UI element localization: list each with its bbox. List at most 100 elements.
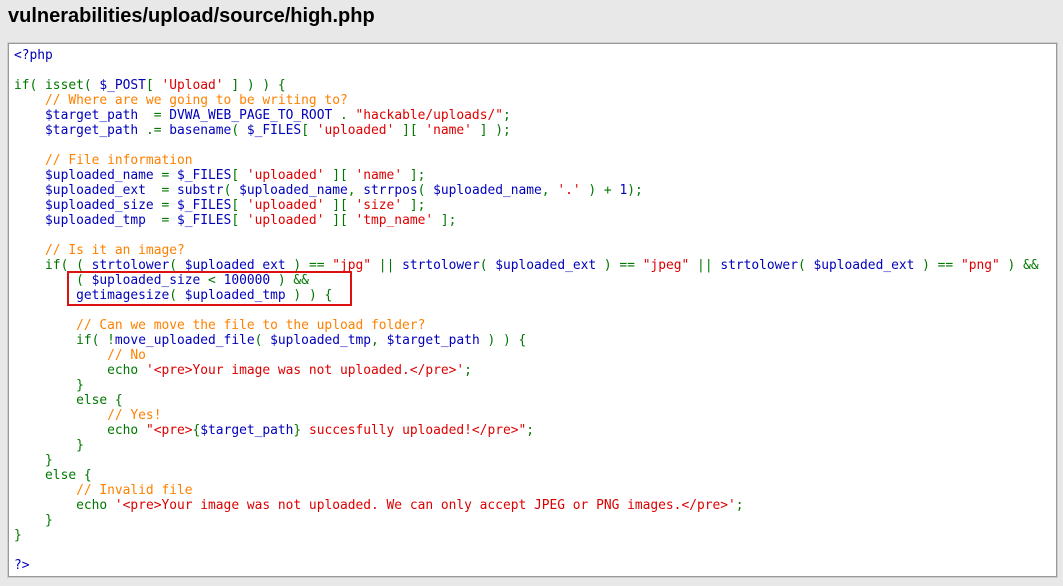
highlight-box <box>67 271 352 306</box>
code-token: ) + <box>580 183 620 198</box>
code-token: $_FILES <box>246 123 302 138</box>
code-token: ] ) ) { <box>223 78 286 93</box>
code-line: $uploaded_name = $_FILES[ 'uploaded' ][ … <box>14 168 1039 183</box>
code-line: echo "<pre>{$target_path} succesfully up… <box>14 423 1039 438</box>
code-token: ?> <box>14 558 30 573</box>
code-token: ; <box>526 423 535 438</box>
code-line: } <box>14 528 1039 543</box>
code-token: [ <box>231 168 247 183</box>
code-token: strtolower <box>720 258 798 273</box>
code-token: $uploaded_tmp <box>270 333 372 348</box>
code-token: strtolower <box>402 258 480 273</box>
code-token: $uploaded_name <box>239 183 348 198</box>
page-title: vulnerabilities/upload/source/high.php <box>8 5 375 27</box>
code-token: 'name' <box>355 168 403 183</box>
code-token: else { <box>14 468 92 483</box>
code-token: "jpeg" <box>642 258 690 273</box>
code-token: if( isset( <box>14 78 100 93</box>
code-token: $_POST <box>99 78 146 93</box>
code-line: if( !move_uploaded_file( $uploaded_tmp, … <box>14 333 1039 348</box>
code-line: $uploaded_size = $_FILES[ 'uploaded' ][ … <box>14 198 1039 213</box>
code-token: [ <box>301 123 317 138</box>
code-line: // No <box>14 348 1039 363</box>
code-token: $uploaded_ext <box>495 258 597 273</box>
code-token: substr <box>176 183 224 198</box>
code-line: $uploaded_ext = substr( $uploaded_name, … <box>14 183 1039 198</box>
code-line: echo '<pre>Your image was not uploaded.<… <box>14 363 1039 378</box>
code-token: DVWA_WEB_PAGE_TO_ROOT <box>169 108 333 123</box>
code-token: } <box>14 453 53 468</box>
code-token: ) && <box>999 258 1039 273</box>
code-token: = <box>145 183 177 198</box>
code-token: = <box>153 168 177 183</box>
code-line: else { <box>14 393 1039 408</box>
code-line: if( isset( $_POST[ 'Upload' ] ) ) { <box>14 78 1039 93</box>
code-token: } <box>14 513 53 528</box>
code-token: = <box>153 198 177 213</box>
code-token: move_uploaded_file <box>114 333 255 348</box>
code-token: // Can we move the file to the upload fo… <box>14 318 426 333</box>
code-token: ; <box>464 363 472 378</box>
code-token: $_FILES <box>177 168 232 183</box>
code-token: 'uploaded' <box>246 168 325 183</box>
code-token: $uploaded_name <box>433 183 542 198</box>
code-token: '<pre>Your image was not uploaded.</pre>… <box>145 363 465 378</box>
code-token: $uploaded_ext <box>813 258 915 273</box>
code-token: $target_path <box>14 123 139 138</box>
code-token: 'Upload' <box>161 78 224 93</box>
code-line: // Yes! <box>14 408 1039 423</box>
code-token: ( <box>479 258 496 273</box>
code-token: } <box>14 528 22 543</box>
code-token: || <box>689 258 721 273</box>
code-token: $target_path <box>14 108 139 123</box>
code-token: $_FILES <box>177 198 232 213</box>
code-token: $target_path <box>200 423 294 438</box>
code-token: $uploaded_name <box>14 168 154 183</box>
code-token: $uploaded_ext <box>14 183 146 198</box>
code-token: 'uploaded' <box>316 123 395 138</box>
code-line: // Where are we going to be writing to? <box>14 93 1039 108</box>
code-line: } <box>14 378 1039 393</box>
code-token: . <box>332 108 356 123</box>
code-token: ][ <box>324 198 356 213</box>
code-token: // Yes! <box>14 408 162 423</box>
code-line: // File information <box>14 153 1039 168</box>
code-token: ( <box>223 183 240 198</box>
code-token: ) ) { <box>479 333 527 348</box>
code-token: [ <box>231 198 247 213</box>
code-line: // Can we move the file to the upload fo… <box>14 318 1039 333</box>
code-token: $target_path <box>386 333 480 348</box>
code-token: 'uploaded' <box>246 198 325 213</box>
code-line: } <box>14 453 1039 468</box>
code-token: succesfully uploaded!</pre>" <box>301 423 527 438</box>
code-line: <?php <box>14 48 1039 63</box>
code-token: if( ! <box>14 333 115 348</box>
code-token: // Where are we going to be writing to? <box>14 93 348 108</box>
code-token: <?php <box>14 48 53 63</box>
code-token: ( <box>254 333 271 348</box>
code-line: echo '<pre>Your image was not uploaded. … <box>14 498 1039 513</box>
code-token: '<pre>Your image was not uploaded. We ca… <box>114 498 736 513</box>
code-token: '.' <box>557 183 581 198</box>
code-token: [ <box>231 213 247 228</box>
code-token: // Is it an image? <box>14 243 185 258</box>
code-line: ?> <box>14 558 1039 573</box>
code-token: ][ <box>324 168 356 183</box>
code-line: } <box>14 513 1039 528</box>
code-token: ( <box>231 123 247 138</box>
code-token: $_FILES <box>176 213 232 228</box>
code-token: .= <box>138 123 170 138</box>
code-token: ][ <box>324 213 356 228</box>
code-token: $uploaded_tmp <box>14 213 146 228</box>
code-token: || <box>371 258 403 273</box>
code-token: ]; <box>433 213 457 228</box>
code-token: else { <box>14 393 123 408</box>
code-token: 'size' <box>355 198 403 213</box>
code-token: = <box>138 108 170 123</box>
code-token: 'name' <box>425 123 472 138</box>
source-code-panel: <?php if( isset( $_POST[ 'Upload' ] ) ) … <box>7 42 1058 578</box>
code-line: } <box>14 438 1039 453</box>
